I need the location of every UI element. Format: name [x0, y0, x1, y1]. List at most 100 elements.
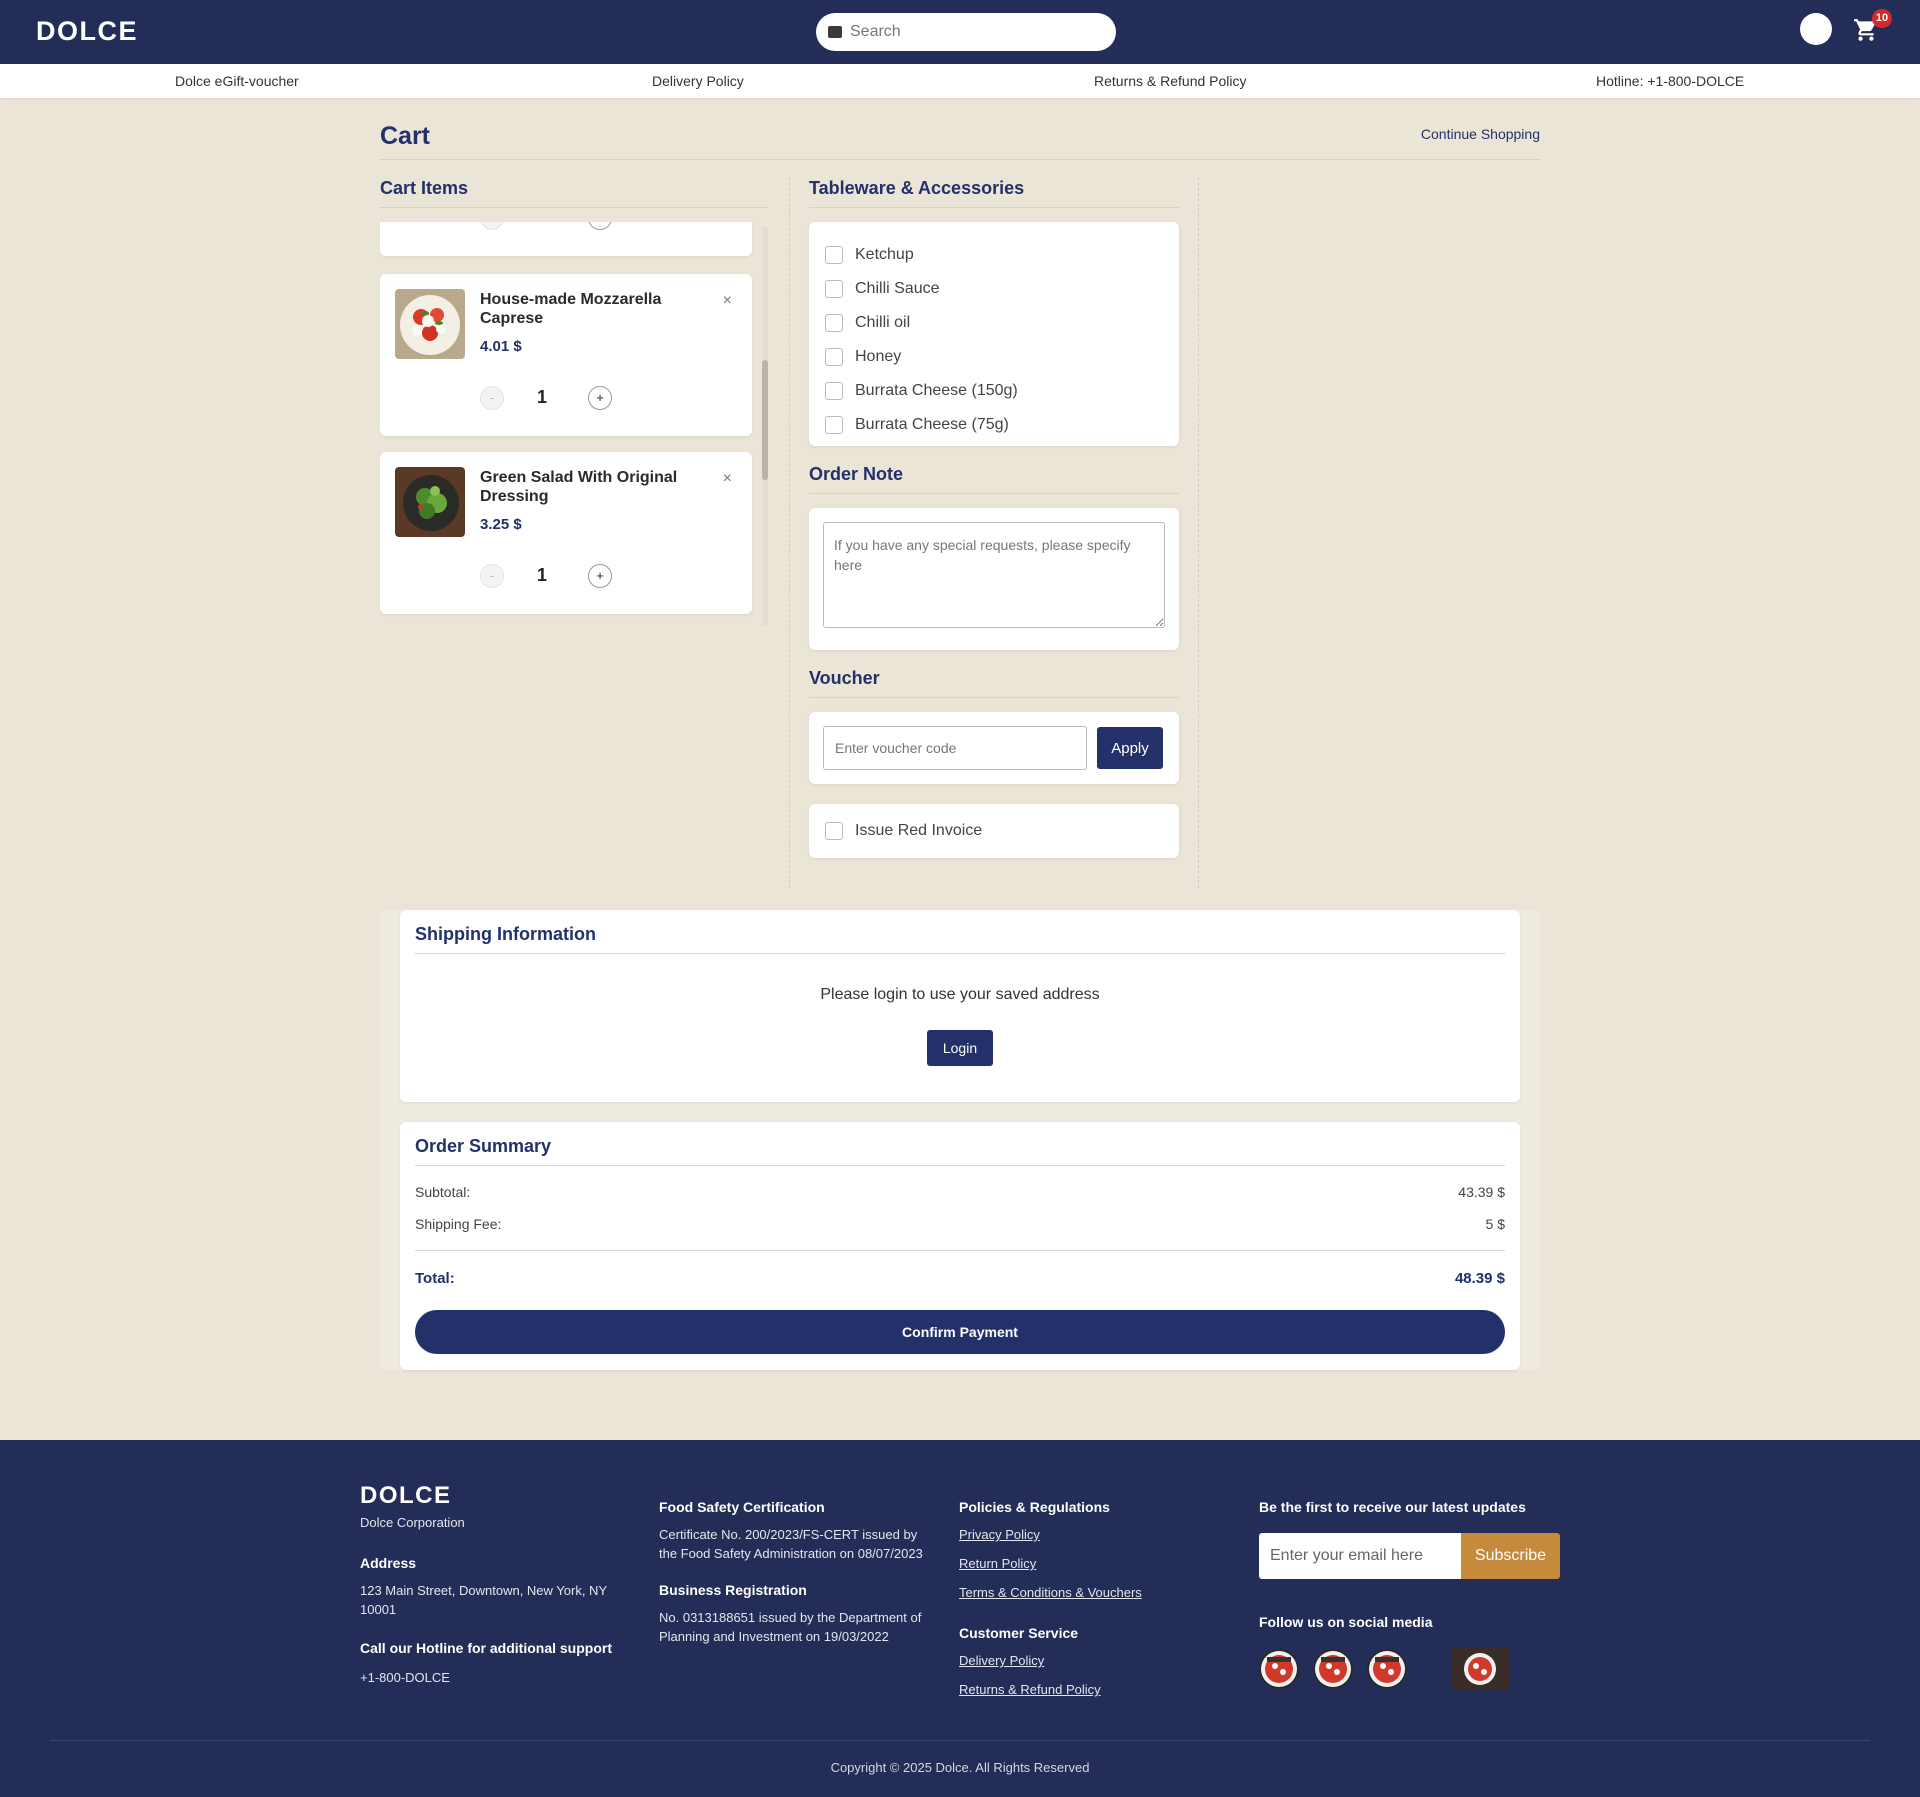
nav-returns-refund-policy[interactable]: Returns & Refund Policy [1094, 73, 1247, 89]
voucher-code-input[interactable] [823, 726, 1087, 770]
voucher-card: Apply [809, 712, 1179, 784]
shipping-fee-row: Shipping Fee: 5 $ [415, 1208, 1505, 1240]
option-honey[interactable]: Honey [825, 340, 1163, 374]
search-input[interactable] [850, 23, 1080, 41]
item-quantity: 1 [536, 565, 547, 585]
shipping-heading: Shipping Information [415, 910, 1505, 954]
social-icon-pizza[interactable] [1313, 1649, 1353, 1689]
subtotal-label: Subtotal: [415, 1184, 471, 1200]
footer: DOLCE Dolce Corporation Address 123 Main… [0, 1440, 1920, 1797]
option-burrata-75g[interactable]: Burrata Cheese (75g) [825, 408, 1163, 442]
privacy-policy-link[interactable]: Privacy Policy [959, 1525, 1229, 1554]
newsletter-heading: Be the first to receive our latest updat… [1259, 1499, 1526, 1515]
returns-refund-link[interactable]: Returns & Refund Policy [959, 1680, 1229, 1709]
tableware-options: Ketchup Chilli Sauce Chilli oil Honey Bu… [809, 222, 1179, 446]
remove-item-icon[interactable]: × [723, 292, 732, 310]
increase-qty-button[interactable] [588, 222, 612, 230]
newsletter-email-input[interactable] [1259, 1533, 1461, 1579]
footer-logo: DOLCE [360, 1482, 452, 1509]
item-image-green-salad [395, 467, 465, 537]
option-ketchup[interactable]: Ketchup [825, 238, 1163, 272]
option-burrata-150g[interactable]: Burrata Cheese (150g) [825, 374, 1163, 408]
cart-item: Green Salad With Original Dressing 3.25 … [380, 452, 752, 614]
social-icon-pizza[interactable] [1259, 1649, 1299, 1689]
social-heading: Follow us on social media [1259, 1614, 1433, 1630]
total-row: Total: 48.39 $ [415, 1250, 1505, 1306]
delivery-policy-link[interactable]: Delivery Policy [959, 1651, 1229, 1680]
order-summary-card: Order Summary Subtotal: 43.39 $ Shipping… [400, 1122, 1520, 1370]
options-column: Tableware & Accessories Ketchup Chilli S… [809, 178, 1179, 858]
cart-count-badge: 10 [1872, 9, 1892, 28]
option-chilli-sauce[interactable]: Chilli Sauce [825, 272, 1163, 306]
food-safety-text: Certificate No. 200/2023/FS-CERT issued … [659, 1527, 923, 1561]
shipping-card: Shipping Information Please login to use… [400, 910, 1520, 1102]
terms-link[interactable]: Terms & Conditions & Vouchers [959, 1583, 1229, 1612]
checkbox[interactable] [825, 246, 843, 264]
social-icons [1259, 1648, 1579, 1690]
apply-voucher-button[interactable]: Apply [1097, 727, 1163, 769]
cart-title-row: Cart Continue Shopping [380, 120, 1540, 160]
item-name[interactable]: Green Salad With Original Dressing [480, 468, 690, 506]
return-policy-link[interactable]: Return Policy [959, 1554, 1229, 1583]
checkbox[interactable] [825, 280, 843, 298]
increase-qty-button[interactable]: + [588, 564, 612, 588]
top-header: DOLCE 10 [0, 0, 1920, 64]
newsletter-form: Subscribe [1259, 1533, 1579, 1579]
checkbox[interactable] [825, 382, 843, 400]
decrease-qty-button[interactable]: - [480, 564, 504, 588]
business-registration-text: No. 0313188651 issued by the Department … [659, 1610, 922, 1644]
continue-shopping-link[interactable]: Continue Shopping [1421, 126, 1540, 142]
cart-item: House-made Mozzarella Caprese 4.01 $ × -… [380, 274, 752, 436]
cart-items-list[interactable]: 1 House-made Mozzarella Caprese [380, 222, 768, 624]
red-invoice-label: Issue Red Invoice [855, 822, 983, 839]
red-invoice-checkbox[interactable] [825, 822, 843, 840]
column-divider [789, 178, 790, 888]
option-label: Burrata Cheese (75g) [855, 416, 1009, 433]
nav-hotline[interactable]: Hotline: +1-800-DOLCE [1596, 73, 1744, 89]
nav-egift-voucher[interactable]: Dolce eGift-voucher [175, 73, 299, 89]
social-icon-pizza[interactable] [1367, 1649, 1407, 1689]
increase-qty-button[interactable]: + [588, 386, 612, 410]
footer-hotline-heading: Call our Hotline for additional support [360, 1640, 612, 1656]
nav-delivery-policy[interactable]: Delivery Policy [652, 73, 744, 89]
decrease-qty-button[interactable] [480, 222, 504, 230]
footer-newsletter-col: Be the first to receive our latest updat… [1259, 1498, 1579, 1690]
search-bar[interactable] [816, 13, 1116, 51]
checkbox[interactable] [825, 416, 843, 434]
red-invoice-card[interactable]: Issue Red Invoice [809, 804, 1179, 858]
policies-heading: Policies & Regulations [959, 1499, 1110, 1515]
customer-service-heading: Customer Service [959, 1625, 1079, 1641]
order-note-heading: Order Note [809, 464, 1179, 494]
item-name[interactable]: House-made Mozzarella Caprese [480, 290, 690, 328]
checkbox[interactable] [825, 348, 843, 366]
footer-policies-col: Policies & Regulations Privacy Policy Re… [959, 1498, 1229, 1709]
footer-address-heading: Address [360, 1555, 417, 1571]
item-price: 3.25 $ [480, 516, 522, 533]
footer-divider [50, 1740, 1870, 1741]
logo[interactable]: DOLCE [36, 16, 138, 47]
voucher-heading: Voucher [809, 668, 1179, 698]
confirm-payment-button[interactable]: Confirm Payment [415, 1310, 1505, 1354]
avatar[interactable] [1800, 13, 1832, 45]
item-quantity: 1 [536, 387, 547, 407]
login-button[interactable]: Login [927, 1030, 993, 1066]
cart-items-scrollbar-thumb[interactable] [762, 360, 768, 480]
social-icon-pizza[interactable] [1451, 1648, 1509, 1690]
login-message: Please login to use your saved address [820, 986, 1100, 1003]
tableware-heading: Tableware & Accessories [809, 178, 1179, 208]
order-summary-heading: Order Summary [415, 1122, 1505, 1166]
subscribe-button[interactable]: Subscribe [1461, 1533, 1560, 1579]
cart-items-column: Cart Items 1 [380, 178, 768, 624]
decrease-qty-button[interactable]: - [480, 386, 504, 410]
option-chilli-oil[interactable]: Chilli oil [825, 306, 1163, 340]
cart-items-heading: Cart Items [380, 178, 768, 208]
option-label: Chilli Sauce [855, 280, 940, 297]
order-note-textarea[interactable] [823, 522, 1165, 628]
option-label: Chilli oil [855, 314, 911, 331]
checkbox[interactable] [825, 314, 843, 332]
option-label: Honey [855, 348, 902, 365]
item-image-caprese [395, 289, 465, 359]
footer-company-col: DOLCE Dolce Corporation Address 123 Main… [360, 1482, 630, 1687]
remove-item-icon[interactable]: × [723, 470, 732, 488]
option-label: Burrata Cheese (150g) [855, 382, 1018, 399]
